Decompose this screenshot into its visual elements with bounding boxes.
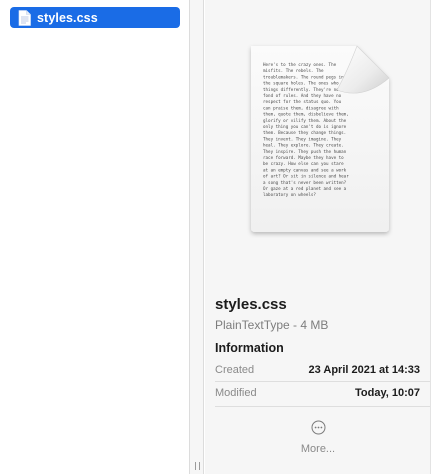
thumbnail-text-line: can praise them, disagree with bbox=[263, 105, 339, 110]
thumbnail-text-line: only thing you can't do is ignore bbox=[263, 124, 347, 129]
thumbnail-text-line: them. Because they change things. bbox=[263, 130, 346, 135]
info-row-modified: Modified Today, 10:07 bbox=[215, 387, 420, 405]
thumbnail-text-line: misfits. The rebels. The bbox=[263, 68, 324, 73]
thumbnail-text-line: troublemakers. The round pegs in bbox=[263, 74, 344, 79]
information-heading: Information bbox=[215, 341, 284, 355]
thumbnail-text-line: things differently. They're not bbox=[263, 87, 342, 92]
modified-value: Today, 10:07 bbox=[354, 387, 420, 399]
thumbnail-text-line: a song that's never been written? bbox=[263, 180, 347, 185]
file-kind-size: PlainTextType - 4 MB bbox=[215, 318, 329, 332]
thumbnail-text-line: respect for the status quo. You bbox=[263, 99, 342, 104]
more-label: More... bbox=[300, 443, 336, 455]
window-edge bbox=[430, 0, 435, 474]
preview-file-name: styles.css bbox=[215, 296, 287, 313]
thumbnail-text-line: of art? Or sit in silence and hear bbox=[263, 174, 349, 179]
file-list-column: styles.css bbox=[0, 0, 190, 474]
column-resize-handle[interactable] bbox=[190, 0, 204, 474]
file-row-styles-css[interactable]: styles.css bbox=[10, 7, 180, 28]
thumbnail-text-line: them, quote them, disbelieve them, bbox=[263, 112, 349, 117]
thumbnail-text-line: race forward. Maybe they have to bbox=[263, 155, 344, 160]
thumbnail-text-line: laboratory on wheels? bbox=[263, 192, 316, 197]
thumbnail-text-line: heal. They explore. They create. bbox=[263, 143, 344, 148]
thumbnail-text-line: the square holes. The ones who see bbox=[263, 81, 349, 86]
thumbnail-text-line: They inspire. They push the human bbox=[263, 149, 347, 154]
ellipsis-circle-icon bbox=[311, 420, 325, 435]
thumbnail-text-line: glorify or vilify them. About the bbox=[263, 118, 347, 123]
divider bbox=[215, 381, 430, 382]
resize-grip-icon bbox=[195, 462, 200, 470]
divider bbox=[215, 406, 430, 407]
document-icon bbox=[18, 9, 31, 26]
created-label: Created bbox=[215, 364, 255, 376]
modified-label: Modified bbox=[215, 387, 257, 399]
thumbnail-text-line: be crazy. How else can you stare bbox=[263, 161, 344, 166]
finder-column-view: styles.css Here's to the crazy ones. The… bbox=[0, 0, 435, 474]
text-document-icon: Here's to the crazy ones. Themisfits. Th… bbox=[251, 45, 390, 232]
thumbnail-text-line: They invent. They imagine. They bbox=[263, 136, 342, 141]
file-name-label: styles.css bbox=[37, 10, 98, 25]
thumbnail-text-line: fond of rules. And they have no bbox=[263, 93, 342, 98]
thumbnail-text-line: Here's to the crazy ones. The bbox=[263, 62, 337, 67]
preview-pane: Here's to the crazy ones. The misfits. Th… bbox=[205, 0, 430, 474]
thumbnail-text-line: at an empty canvas and see a work bbox=[263, 167, 347, 172]
thumbnail-text-line: Or gaze at a red planet and see a bbox=[263, 186, 347, 191]
more-button[interactable]: More... bbox=[288, 420, 348, 462]
info-row-created: Created 23 April 2021 at 14:33 bbox=[215, 364, 420, 382]
created-value: 23 April 2021 at 14:33 bbox=[308, 364, 421, 376]
